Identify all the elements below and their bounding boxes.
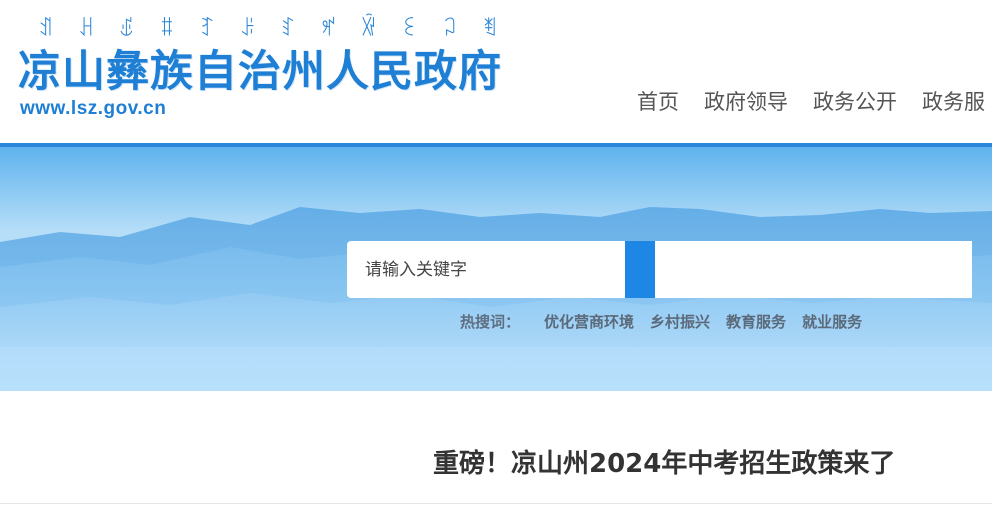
hot-search-bar: 热搜词： 优化营商环境 乡村振兴 教育服务 就业服务 [460, 311, 878, 332]
yi-glyph: ꃅ [78, 15, 95, 41]
nav-item-open-government[interactable]: 政务公开 [813, 86, 897, 118]
hot-search-label: 热搜词： [460, 313, 521, 331]
yi-glyph: ꐚ [159, 15, 175, 41]
yi-glyph: ꀊ [38, 15, 54, 41]
nav-item-home[interactable]: 首页 [637, 86, 679, 118]
hot-search-link[interactable]: 教育服务 [726, 311, 786, 332]
site-header: ꀊ ꃅ ꍑ ꐚ ꆈ ꌠ ꆏ ꈪ ꑞ ꏂ ꃀ ꄮ 凉山彝族自治州人民政府 www.… [0, 0, 992, 143]
hot-search-link[interactable]: 优化营商环境 [544, 311, 634, 332]
yi-glyph: ꍑ [118, 15, 135, 41]
yi-glyph: ꄮ [482, 15, 498, 41]
yi-script-title: ꀊ ꃅ ꍑ ꐚ ꆈ ꌠ ꆏ ꈪ ꑞ ꏂ ꃀ ꄮ [38, 14, 498, 40]
yi-glyph: ꃀ [441, 15, 458, 41]
site-url: www.lsz.gov.cn [20, 98, 167, 119]
yi-glyph: ꑞ [361, 15, 377, 41]
hot-search-link[interactable]: 乡村振兴 [650, 311, 710, 332]
main-nav: 首页 政府领导 政务公开 政务服 [637, 86, 992, 118]
yi-glyph: ꆏ [280, 15, 296, 41]
nav-item-government-services[interactable]: 政务服 [922, 86, 985, 118]
search-button[interactable] [625, 241, 655, 298]
yi-glyph: ꏂ [401, 15, 418, 41]
yi-glyph: ꆈ [199, 15, 216, 41]
yi-glyph: ꈪ [320, 15, 337, 41]
site-logo-title[interactable]: 凉山彝族自治州人民政府 [18, 44, 502, 100]
hot-search-link[interactable]: 就业服务 [802, 311, 862, 332]
yi-glyph: ꌠ [239, 15, 256, 41]
search-banner: 热搜词： 优化营商环境 乡村振兴 教育服务 就业服务 [0, 147, 992, 391]
divider [0, 503, 992, 504]
article-title: 重磅！凉山州2024年中考招生政策来了 [433, 449, 896, 479]
nav-item-leaders[interactable]: 政府领导 [704, 86, 788, 118]
search-box [347, 241, 972, 298]
